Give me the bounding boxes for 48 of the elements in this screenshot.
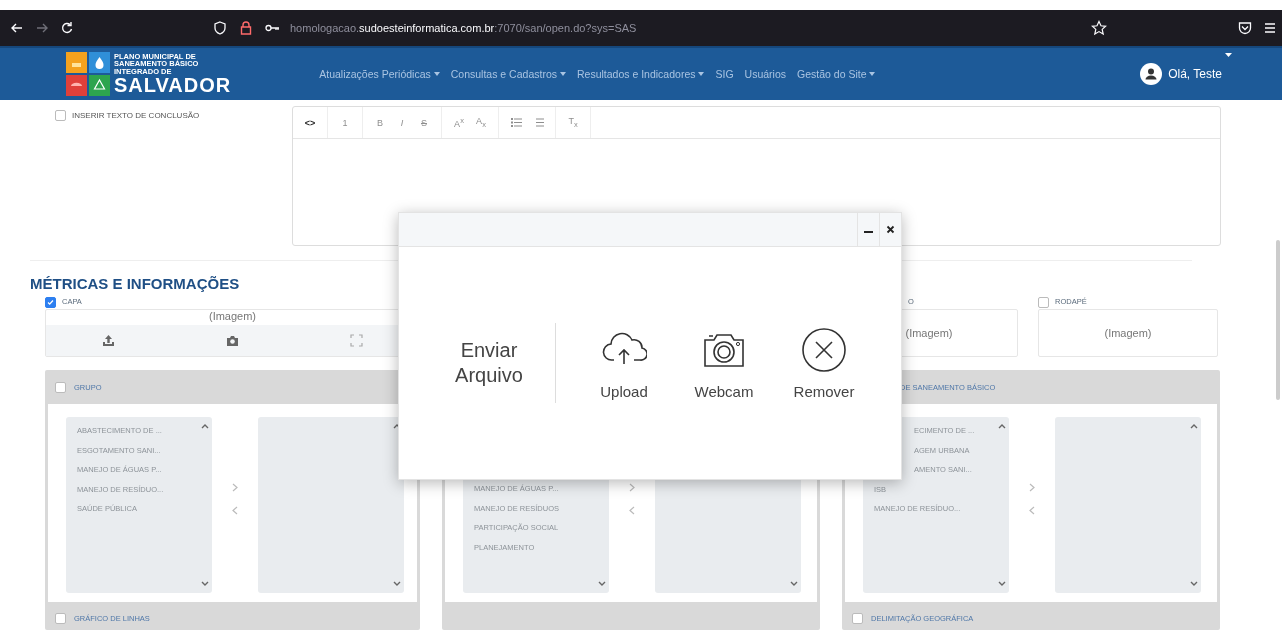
close-circle-icon <box>801 326 847 373</box>
nav-menu-item[interactable]: SIG <box>715 68 734 80</box>
nav-menu-item[interactable]: Gestão do Site <box>797 68 876 80</box>
logo-tiles-drawing <box>66 52 110 96</box>
scroll-down-icon[interactable] <box>998 581 1006 587</box>
section-title: MÉTRICAS E INFORMAÇÕES <box>30 274 241 294</box>
image-placeholder: (Imagem) <box>905 327 953 339</box>
caret-icon[interactable] <box>1225 53 1232 57</box>
shield-icon[interactable] <box>212 20 228 36</box>
image-placeholder: (Imagem) <box>208 310 257 322</box>
nav-menu-item[interactable]: Usuários <box>744 68 786 80</box>
user-greeting[interactable]: Olá, Teste <box>1168 67 1222 81</box>
scroll-down-icon[interactable] <box>790 581 798 587</box>
logo-title: SALVADOR <box>114 75 232 96</box>
reload-icon[interactable] <box>59 20 75 36</box>
scroll-up-icon[interactable] <box>1190 423 1198 429</box>
menu-icon[interactable] <box>1262 20 1278 36</box>
star-icon[interactable] <box>1091 20 1107 36</box>
lock-icon[interactable] <box>238 20 254 36</box>
code-button[interactable]: <> <box>299 117 321 128</box>
upload-button[interactable]: Upload <box>574 326 674 400</box>
pocket-icon[interactable] <box>1237 20 1253 36</box>
image-field[interactable]: (Imagem) <box>1038 309 1218 357</box>
scroll-down-icon[interactable] <box>201 581 209 587</box>
scrollbar[interactable] <box>1276 240 1280 400</box>
checkbox[interactable] <box>1038 296 1049 308</box>
close-icon <box>886 225 895 234</box>
upload-icon[interactable] <box>101 334 115 347</box>
checkbox-label: INSERIR TEXTO DE CONCLUSÃO <box>72 110 200 122</box>
nav-menu-item[interactable]: Resultados e Indicadores <box>577 68 705 80</box>
scroll-down-icon[interactable] <box>1190 581 1198 587</box>
nav-menu-item[interactable]: Consultas e Cadastros <box>450 68 566 80</box>
dialog-title: Enviar Arquivo <box>454 338 524 388</box>
checkbox[interactable] <box>45 296 56 308</box>
scroll-up-icon[interactable] <box>998 423 1006 429</box>
webcam-button[interactable]: Webcam <box>674 326 774 400</box>
url-text[interactable]: homologacao.sudoesteinformatica.com.br:7070/san/open.do?sys=SAS <box>290 22 637 34</box>
nav-menu-item[interactable]: Atualizações Periódicas <box>319 68 440 80</box>
scroll-down-icon[interactable] <box>598 581 606 587</box>
image-placeholder: (Imagem) <box>1104 327 1152 339</box>
scroll-up-icon[interactable] <box>201 423 209 429</box>
checkbox[interactable] <box>55 110 66 121</box>
checkbox[interactable] <box>55 381 66 393</box>
checkbox[interactable] <box>55 612 66 624</box>
scroll-down-icon[interactable] <box>393 581 401 587</box>
checkbox[interactable] <box>852 612 863 624</box>
user-avatar-icon[interactable] <box>1140 63 1163 85</box>
camera-icon[interactable] <box>226 334 239 347</box>
